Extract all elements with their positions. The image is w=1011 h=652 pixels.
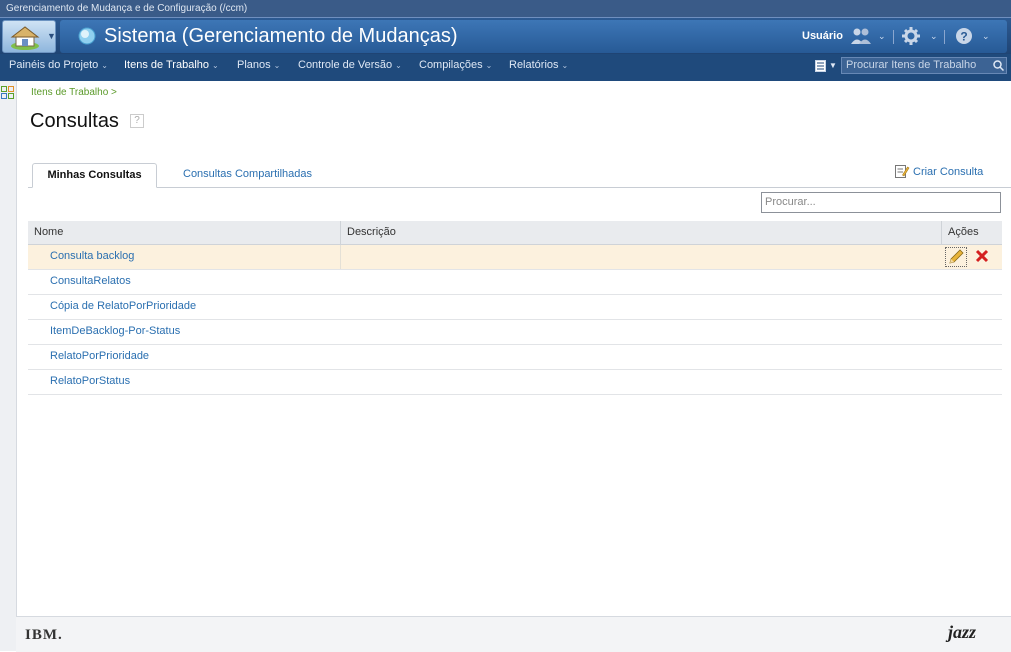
app-title-area: Sistema (Gerenciamento de Mudanças) Usuá… bbox=[60, 20, 1007, 53]
create-query-link[interactable]: Criar Consulta bbox=[895, 164, 983, 178]
column-divider bbox=[340, 245, 341, 269]
nav-item-label: Controle de Versão bbox=[298, 59, 393, 71]
user-menu-chevron-icon[interactable]: ⌄ bbox=[878, 31, 886, 42]
tabs-divider bbox=[28, 187, 1011, 188]
nav-item-plans[interactable]: Planos ⌄ bbox=[237, 59, 280, 71]
query-name-link[interactable]: Cópia de RelatoPorPrioridade bbox=[50, 300, 196, 312]
query-name-link[interactable]: Consulta backlog bbox=[50, 250, 134, 262]
help-icon[interactable]: ? bbox=[955, 27, 973, 45]
work-items-search-input[interactable]: Procurar Itens de Trabalho bbox=[841, 57, 1007, 74]
queries-table: Nome Descrição Ações Consulta backlog Co… bbox=[28, 221, 1002, 395]
nav-item-source-control[interactable]: Controle de Versão ⌄ bbox=[298, 59, 402, 71]
settings-menu-chevron-icon[interactable]: ⌄ bbox=[930, 31, 938, 42]
table-row[interactable]: RelatoPorStatus bbox=[28, 370, 1002, 395]
query-name-link[interactable]: RelatoPorPrioridade bbox=[50, 350, 149, 362]
main-nav: Painéis do Projeto ⌄ Itens de Trabalho ⌄ P… bbox=[0, 54, 1011, 81]
nav-item-label: Planos bbox=[237, 59, 271, 71]
ibm-logo: IBM. bbox=[25, 627, 63, 643]
view-menu-chevron-icon[interactable]: ▼ bbox=[829, 61, 837, 70]
query-name-link[interactable]: RelatoPorStatus bbox=[50, 375, 130, 387]
table-header: Nome Descrição Ações bbox=[28, 221, 1002, 245]
query-filter-input[interactable]: Procurar... bbox=[761, 192, 1001, 213]
users-icon[interactable] bbox=[850, 27, 872, 45]
nav-item-label: Compilações bbox=[419, 59, 483, 71]
chevron-down-icon: ⌄ bbox=[485, 61, 493, 70]
tab-shared-queries[interactable]: Consultas Compartilhadas bbox=[183, 168, 312, 180]
top-title-bar: Gerenciamento de Mudança e de Configuraç… bbox=[0, 0, 1011, 17]
chevron-down-icon: ⌄ bbox=[273, 61, 281, 70]
edit-query-button[interactable] bbox=[945, 247, 967, 267]
tab-my-queries[interactable]: Minhas Consultas bbox=[32, 163, 157, 188]
search-icon[interactable] bbox=[993, 60, 1004, 71]
chevron-down-icon: ⌄ bbox=[561, 61, 569, 70]
column-header-description[interactable]: Descrição bbox=[340, 221, 941, 244]
nav-item-project-dashboards[interactable]: Painéis do Projeto ⌄ bbox=[9, 59, 108, 71]
nav-item-label: Relatórios bbox=[509, 59, 559, 71]
nav-item-work-items[interactable]: Itens de Trabalho ⌄ bbox=[124, 59, 219, 71]
table-row[interactable]: RelatoPorPrioridade bbox=[28, 345, 1002, 370]
page-title: Consultas bbox=[30, 110, 119, 132]
table-row[interactable]: ItemDeBacklog-Por-Status bbox=[28, 320, 1002, 345]
widgets-grid-icon[interactable] bbox=[1, 86, 15, 100]
create-query-label: Criar Consulta bbox=[913, 166, 984, 178]
table-row[interactable]: Cópia de RelatoPorPrioridade bbox=[28, 295, 1002, 320]
chevron-down-icon: ⌄ bbox=[212, 61, 219, 70]
help-icon[interactable]: ? bbox=[130, 114, 144, 128]
help-menu-chevron-icon[interactable]: ⌄ bbox=[982, 31, 990, 42]
globe-icon bbox=[78, 27, 96, 45]
user-label[interactable]: Usuário bbox=[802, 30, 843, 42]
header-divider bbox=[893, 30, 894, 44]
home-button[interactable]: ▼ bbox=[2, 20, 56, 53]
query-name-link[interactable]: ItemDeBacklog-Por-Status bbox=[50, 325, 180, 337]
footer: IBM. jazz bbox=[16, 616, 1011, 652]
jazz-logo: jazz bbox=[948, 622, 977, 642]
svg-text:?: ? bbox=[960, 30, 967, 44]
header-divider bbox=[944, 30, 945, 44]
home-menu-chevron-icon[interactable]: ▼ bbox=[47, 31, 56, 41]
breadcrumb[interactable]: Itens de Trabalho > bbox=[31, 87, 117, 98]
app-title: Sistema (Gerenciamento de Mudanças) bbox=[104, 25, 458, 47]
home-icon bbox=[10, 26, 40, 50]
window-title: Gerenciamento de Mudança e de Configuraç… bbox=[6, 3, 248, 14]
column-header-actions: Ações bbox=[941, 221, 1002, 244]
column-header-name[interactable]: Nome bbox=[28, 221, 340, 244]
chevron-down-icon: ⌄ bbox=[395, 61, 402, 70]
table-row[interactable]: Consulta backlog bbox=[28, 245, 1002, 270]
create-query-icon bbox=[895, 165, 910, 178]
list-view-icon[interactable] bbox=[815, 60, 826, 72]
banner: ▼ Sistema (Gerenciamento de Mudanças) Us… bbox=[0, 17, 1011, 54]
nav-item-builds[interactable]: Compilações ⌄ bbox=[419, 59, 492, 71]
left-sidebar-strip bbox=[0, 81, 17, 651]
gear-icon[interactable] bbox=[902, 27, 920, 45]
chevron-down-icon: ⌄ bbox=[101, 61, 108, 70]
delete-icon[interactable] bbox=[975, 249, 989, 263]
nav-item-label: Painéis do Projeto bbox=[9, 59, 99, 71]
pencil-icon bbox=[949, 249, 964, 264]
nav-item-reports[interactable]: Relatórios ⌄ bbox=[509, 59, 568, 71]
nav-item-label: Itens de Trabalho bbox=[124, 59, 210, 71]
table-row[interactable]: ConsultaRelatos bbox=[28, 270, 1002, 295]
query-name-link[interactable]: ConsultaRelatos bbox=[50, 275, 131, 287]
